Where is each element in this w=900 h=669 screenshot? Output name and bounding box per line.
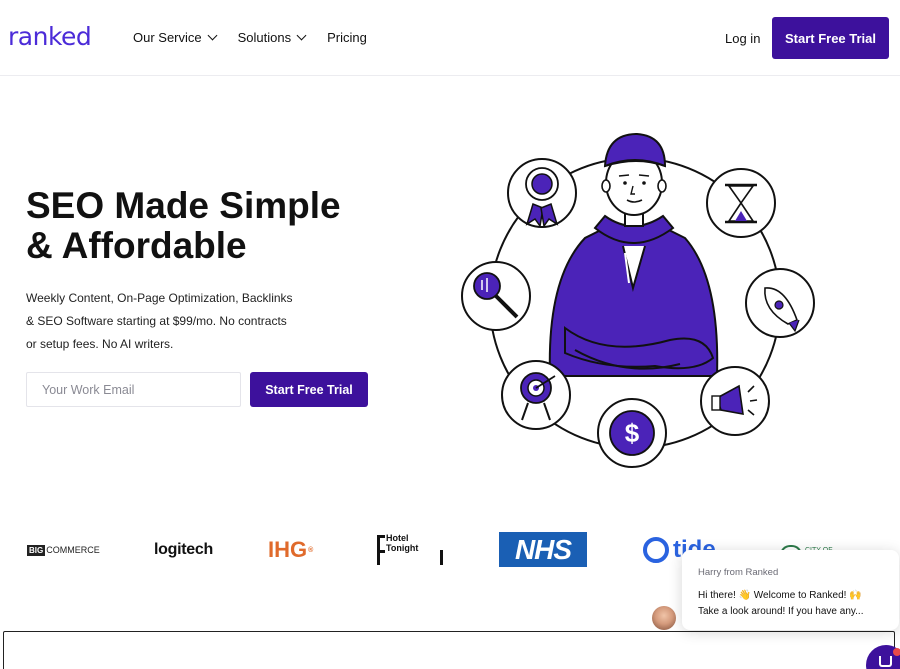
chat-popup[interactable]: Harry from Ranked Hi there! 👋 Welcome to… <box>682 550 899 630</box>
nav-our-service[interactable]: Our Service <box>133 30 218 45</box>
nav-solutions[interactable]: Solutions <box>237 30 307 45</box>
rocket-icon <box>745 268 815 338</box>
nav-pricing[interactable]: Pricing <box>327 30 367 45</box>
ihg-logo: IHG ® <box>268 525 313 575</box>
site-header: ranked Our Service Solutions Pricing Log… <box>0 0 900 76</box>
bigcommerce-logo-rest: COMMERCE <box>46 545 100 555</box>
target-icon <box>501 360 571 430</box>
ihg-logo-text: IHG <box>268 537 308 562</box>
hourglass-icon <box>706 168 776 238</box>
medal-icon <box>507 158 577 228</box>
hero-subtitle-line1: Weekly Content, On-Page Optimization, Ba… <box>26 291 293 305</box>
chat-notification-dot <box>893 648 900 656</box>
bigcommerce-logo-prefix: BIG <box>27 544 46 556</box>
login-link[interactable]: Log in <box>725 31 760 46</box>
ihg-logo-mark: ® <box>308 546 314 554</box>
chevron-down-icon <box>296 30 307 41</box>
ranked-logo[interactable]: ranked <box>8 22 92 51</box>
hotel-tonight-logo: Hotel Tonight <box>377 525 443 575</box>
hero-title: SEO Made Simple & Affordable <box>26 186 406 266</box>
main-nav: Our Service Solutions Pricing <box>133 30 367 45</box>
megaphone-icon <box>700 366 770 436</box>
hotel-tonight-bed-shape: Hotel Tonight <box>377 533 443 565</box>
svg-text:$: $ <box>625 418 640 448</box>
magnifier-icon <box>461 261 531 331</box>
chat-icon <box>879 656 892 667</box>
hero-title-line1: SEO Made Simple <box>26 185 341 226</box>
hero-subtitle-line2: & SEO Software starting at $99/mo. No co… <box>26 314 287 328</box>
dollar-icon: $ <box>597 398 667 468</box>
work-email-input[interactable] <box>26 372 241 407</box>
nhs-logo: NHS <box>499 532 587 567</box>
chat-message-line2: Take a look around! If you have any... <box>698 606 864 617</box>
chat-sender: Harry from Ranked <box>698 567 779 578</box>
hotel-tonight-text: Hotel Tonight <box>385 533 443 553</box>
chat-agent-avatar <box>652 606 676 630</box>
hero-start-trial-button[interactable]: Start Free Trial <box>250 372 368 407</box>
next-section-frame <box>3 631 895 669</box>
nav-our-service-label: Our Service <box>133 30 202 45</box>
bigcommerce-logo: BIG COMMERCE <box>27 525 100 575</box>
hero-title-line2: & Affordable <box>26 225 247 266</box>
hero-subtitle: Weekly Content, On-Page Optimization, Ba… <box>26 287 316 356</box>
hero-subtitle-line3: or setup fees. No AI writers. <box>26 337 174 351</box>
tide-ring-icon <box>643 537 669 563</box>
logitech-logo: logitech <box>154 541 213 558</box>
nav-pricing-label: Pricing <box>327 30 367 45</box>
page: ranked Our Service Solutions Pricing Log… <box>0 0 900 669</box>
nav-solutions-label: Solutions <box>237 30 292 45</box>
hero-illustration: $ <box>461 132 815 468</box>
chevron-down-icon <box>207 30 218 41</box>
chat-message-line1: Hi there! 👋 Welcome to Ranked! 🙌 <box>698 590 862 601</box>
header-start-trial-button[interactable]: Start Free Trial <box>772 17 889 59</box>
chat-message: Hi there! 👋 Welcome to Ranked! 🙌 Take a … <box>698 588 888 620</box>
